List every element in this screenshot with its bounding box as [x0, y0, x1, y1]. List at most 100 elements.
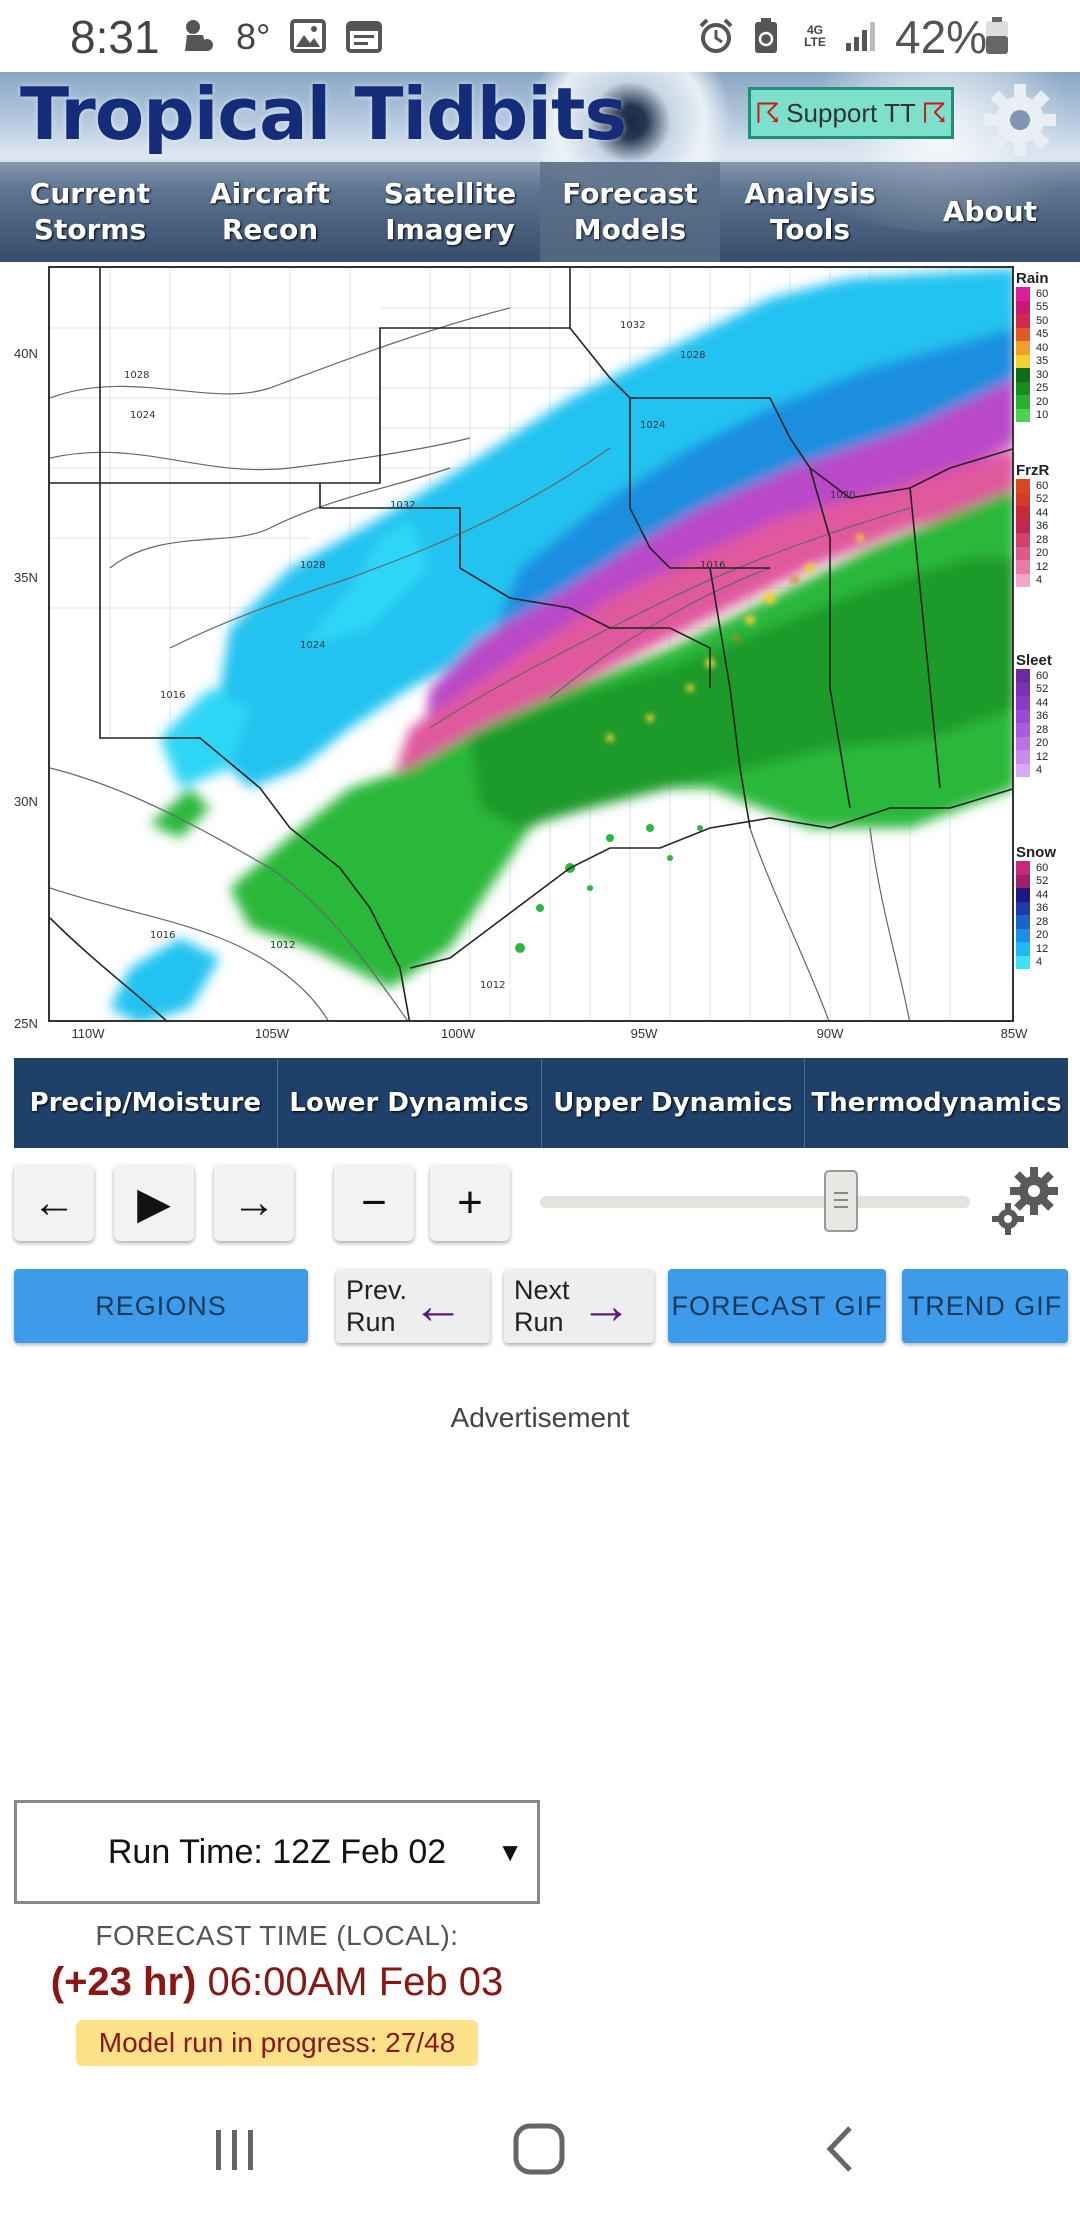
- legend-swatch: [1016, 314, 1030, 328]
- legend-title: Sleet: [1016, 652, 1052, 669]
- legend-value: 60: [1036, 669, 1049, 682]
- tab-lower-dynamics[interactable]: Lower Dynamics: [276, 1058, 541, 1148]
- legend-row: 44: [1016, 888, 1076, 902]
- legend-value: 40: [1036, 341, 1049, 354]
- legend-value: 12: [1036, 750, 1049, 763]
- nav-about[interactable]: About: [900, 162, 1080, 262]
- legend-value: 25: [1036, 382, 1049, 395]
- legend-swatch: [1016, 368, 1030, 382]
- zoom-out-button[interactable]: −: [334, 1165, 414, 1241]
- nav-current-storms[interactable]: Current Storms: [0, 162, 180, 262]
- legend-value: 4: [1036, 956, 1043, 969]
- dropdown-caret-icon: ▼: [497, 1837, 523, 1867]
- model-run-progress-badge: Model run in progress: 27/48: [76, 2020, 478, 2066]
- legend-row: 50: [1016, 314, 1076, 328]
- advertisement-slot[interactable]: [14, 1450, 1068, 1770]
- legend-value: 52: [1036, 683, 1049, 696]
- lon-label: 105W: [255, 1026, 289, 1041]
- nav-analysis-tools[interactable]: Analysis Tools: [720, 162, 900, 262]
- legend-row: 25: [1016, 381, 1076, 395]
- legend-value: 44: [1036, 506, 1049, 519]
- legend-row: 20: [1016, 928, 1076, 942]
- lon-label: 90W: [816, 1026, 844, 1041]
- legend-row: 4: [1016, 763, 1076, 777]
- legend-value: 60: [1036, 287, 1049, 300]
- legend-value: 36: [1036, 902, 1049, 915]
- legend-value: 28: [1036, 915, 1049, 928]
- isobar-label: 1028: [300, 560, 325, 571]
- site-logo[interactable]: Tropical Tidbits: [20, 72, 627, 156]
- forecast-time-value: (+23 hr) 06:00AM Feb 03: [14, 1960, 540, 2005]
- frame-slider-thumb[interactable]: [824, 1170, 858, 1232]
- isobar-label: 1024: [130, 410, 155, 421]
- battery-saver-icon: [748, 14, 784, 58]
- legend-swatch: [1016, 888, 1030, 902]
- legend-swatch: [1016, 287, 1030, 301]
- legend-row: 52: [1016, 682, 1076, 696]
- recent-apps-icon[interactable]: [210, 2124, 260, 2174]
- legend-row: 44: [1016, 506, 1076, 520]
- previous-frame-button[interactable]: ←: [14, 1165, 94, 1241]
- tab-precip-moisture[interactable]: Precip/Moisture: [14, 1058, 277, 1148]
- isobar-label: 1016: [700, 560, 725, 571]
- legend-freezing-rain: FrzR 60 52 44 36 28 20 12 4: [1016, 462, 1076, 587]
- arrow-left-icon: ←: [412, 1277, 464, 1335]
- legend-swatch: [1016, 928, 1030, 942]
- next-frame-button[interactable]: →: [214, 1165, 294, 1241]
- hurricane-icon: ☈: [921, 97, 947, 129]
- nav-satellite-imagery[interactable]: Satellite Imagery: [360, 162, 540, 262]
- forecast-hour-offset: (+23 hr): [50, 1960, 197, 2004]
- legend-swatch: [1016, 354, 1030, 368]
- settings-gear-icon[interactable]: [980, 80, 1060, 160]
- play-button[interactable]: ▶: [114, 1165, 194, 1241]
- home-icon[interactable]: [512, 2122, 566, 2176]
- previous-run-button[interactable]: Prev. Run ←: [336, 1269, 490, 1343]
- nav-aircraft-recon[interactable]: Aircraft Recon: [180, 162, 360, 262]
- legend-value: 4: [1036, 574, 1043, 587]
- legend-value: 52: [1036, 493, 1049, 506]
- legend-swatch: [1016, 341, 1030, 355]
- legend-value: 20: [1036, 929, 1049, 942]
- next-run-button[interactable]: Next Run →: [504, 1269, 654, 1343]
- legend-row: 20: [1016, 546, 1076, 560]
- frame-slider-track[interactable]: [540, 1196, 970, 1208]
- nav-forecast-models[interactable]: Forecast Models: [540, 162, 720, 262]
- regions-button[interactable]: REGIONS: [14, 1269, 308, 1343]
- legend-value: 28: [1036, 533, 1049, 546]
- android-navigation-bar: [0, 2100, 1080, 2220]
- play-icon: ▶: [137, 1178, 171, 1228]
- legend-swatch: [1016, 492, 1030, 506]
- legend-swatch: [1016, 736, 1030, 750]
- legend-swatch: [1016, 408, 1030, 422]
- fan-notification-icon: [178, 14, 218, 58]
- forecast-gif-label: FORECAST GIF: [671, 1290, 883, 1321]
- zoom-in-button[interactable]: +: [430, 1165, 510, 1241]
- legend-row: 60: [1016, 861, 1076, 875]
- run-time-select[interactable]: Run Time: 12Z Feb 02 ▼: [14, 1800, 540, 1904]
- lat-label: 30N: [14, 794, 38, 809]
- tab-thermodynamics[interactable]: Thermodynamics: [804, 1058, 1068, 1148]
- trend-gif-button[interactable]: TREND GIF: [902, 1269, 1068, 1343]
- forecast-time-label: FORECAST TIME (LOCAL):: [95, 1920, 459, 1951]
- trend-gif-label: TREND GIF: [907, 1290, 1063, 1321]
- forecast-gif-button[interactable]: FORECAST GIF: [668, 1269, 886, 1343]
- tab-upper-dynamics[interactable]: Upper Dynamics: [540, 1058, 805, 1148]
- legend-swatch: [1016, 395, 1030, 409]
- legend-row: 28: [1016, 723, 1076, 737]
- settings-gears-icon[interactable]: [990, 1165, 1060, 1237]
- support-tt-button[interactable]: ☈ Support TT ☈: [748, 87, 954, 139]
- legend-swatch: [1016, 560, 1030, 574]
- lat-label: 25N: [14, 1016, 38, 1031]
- legend-swatch: [1016, 750, 1030, 764]
- legend-row: 28: [1016, 533, 1076, 547]
- legend-value: 28: [1036, 723, 1049, 736]
- status-time: 8:31: [70, 11, 160, 63]
- back-icon[interactable]: [820, 2122, 860, 2176]
- legend-row: 36: [1016, 519, 1076, 533]
- legend-title: Rain: [1016, 270, 1049, 287]
- network-type-label: 4G LTE: [804, 23, 826, 49]
- legend-value: 60: [1036, 479, 1049, 492]
- image-icon: [288, 14, 328, 58]
- legend-value: 12: [1036, 942, 1049, 955]
- forecast-map[interactable]: 1028 1024 1032 1028 1024 1016 1012 1016 …: [48, 266, 1014, 1022]
